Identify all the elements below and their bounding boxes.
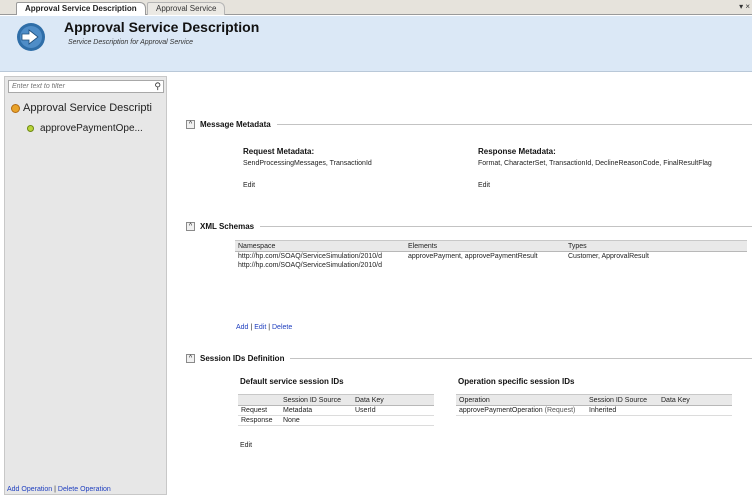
collapse-toggle-icon[interactable]: ^	[186, 221, 195, 231]
namespace-cell: http://hp.com/SOAQ/ServiceSimulation/201…	[238, 262, 382, 269]
page-title: Approval Service Description	[64, 19, 260, 35]
operation-cell: approvePaymentOperation (Request)	[456, 405, 586, 416]
editor-tab-bar: Approval Service Description Approval Se…	[0, 0, 752, 15]
add-operation-link[interactable]: Add Operation	[7, 486, 52, 493]
request-metadata-value: SendProcessingMessages, TransactionId	[243, 160, 372, 167]
page-subtitle: Service Description for Approval Service	[68, 39, 194, 46]
filter-box: ⚲	[8, 80, 164, 93]
table-row[interactable]: http://hp.com/SOAQ/ServiceSimulation/201…	[235, 261, 747, 270]
response-metadata-edit-link[interactable]: Edit	[478, 181, 490, 190]
column-header-elements[interactable]: Elements	[405, 240, 565, 252]
table-row[interactable]: approvePaymentOperation (Request) Inheri…	[456, 405, 732, 416]
elements-cell	[405, 261, 565, 270]
section-title: Session IDs Definition	[200, 353, 285, 363]
elements-cell: approvePayment, approvePaymentResult	[408, 253, 538, 260]
request-metadata-edit-link[interactable]: Edit	[243, 181, 255, 190]
delete-operation-link[interactable]: Delete Operation	[58, 486, 111, 493]
xml-schemas-table: Namespace Elements Types http://hp.com/S…	[235, 240, 747, 270]
response-metadata-label: Response Metadata:	[478, 147, 556, 156]
divider	[260, 226, 752, 227]
session-id-source-cell: Metadata	[280, 405, 352, 416]
session-ids-header: ^ Session IDs Definition	[186, 351, 752, 365]
data-key-cell: UserId	[352, 405, 434, 416]
message-type-cell: Request	[238, 405, 280, 416]
delete-schema-link[interactable]: Delete	[272, 324, 292, 331]
message-metadata-header: ^ Message Metadata	[186, 117, 752, 131]
column-header-blank	[238, 394, 280, 406]
table-row[interactable]: Request Metadata UserId	[238, 405, 434, 416]
xml-schemas-header: ^ XML Schemas	[186, 219, 752, 233]
service-gear-icon	[11, 103, 20, 113]
tab-list-menu-icon[interactable]: ▾ ×	[739, 2, 750, 11]
table-row[interactable]: Response None	[238, 415, 434, 426]
default-session-ids-label: Default service session IDs	[240, 377, 344, 386]
search-icon[interactable]: ⚲	[154, 81, 161, 92]
column-header-session-id-source[interactable]: Session ID Source	[586, 394, 658, 406]
default-session-ids-edit-link[interactable]: Edit	[240, 441, 252, 450]
section-title: Message Metadata	[200, 119, 271, 129]
collapse-toggle-icon[interactable]: ^	[186, 353, 195, 363]
separator: |	[268, 324, 271, 331]
types-cell: Customer, ApprovalResult	[568, 253, 649, 260]
session-id-source-cell: Inherited	[586, 405, 658, 416]
column-header-operation[interactable]: Operation	[456, 394, 586, 406]
default-session-ids-table: Session ID Source Data Key Request Metad…	[238, 394, 434, 426]
operation-session-ids-label: Operation specific session IDs	[458, 377, 575, 386]
tab-approval-service[interactable]: Approval Service	[147, 2, 226, 15]
operation-qualifier: (Request)	[544, 407, 576, 414]
divider	[276, 124, 752, 125]
message-type-cell: Response	[238, 415, 280, 426]
separator: |	[54, 486, 56, 493]
operation-actions: Add Operation | Delete Operation	[7, 486, 111, 493]
data-key-cell	[352, 415, 434, 426]
data-key-cell	[658, 405, 732, 416]
editor-header: Approval Service Description Service Des…	[0, 16, 752, 72]
column-header-namespace[interactable]: Namespace	[235, 240, 405, 252]
types-cell	[565, 261, 747, 270]
collapse-toggle-icon[interactable]: ^	[186, 119, 195, 129]
xml-schemas-actions: Add | Edit | Delete	[236, 323, 292, 332]
tree-item-service-description[interactable]: Approval Service Descripti	[11, 102, 168, 114]
operation-session-ids-table: Operation Session ID Source Data Key app…	[456, 394, 732, 416]
tree-item-label: approvePaymentOpe...	[40, 123, 143, 134]
service-logo-icon	[17, 23, 45, 51]
request-metadata-label: Request Metadata:	[243, 147, 315, 156]
add-schema-link[interactable]: Add	[236, 324, 248, 331]
column-header-data-key[interactable]: Data Key	[352, 394, 434, 406]
edit-schema-link[interactable]: Edit	[254, 324, 266, 331]
session-id-source-cell: None	[280, 415, 352, 426]
tree-item-label: Approval Service Descripti	[23, 102, 152, 114]
divider	[290, 358, 752, 359]
operations-tree-panel: ⚲ Approval Service Descripti approvePaym…	[4, 76, 167, 495]
filter-input[interactable]	[9, 81, 149, 92]
separator: |	[250, 324, 253, 331]
operation-dot-icon	[27, 125, 34, 132]
column-header-session-id-source[interactable]: Session ID Source	[280, 394, 352, 406]
column-header-types[interactable]: Types	[565, 240, 747, 252]
tree-item-operation[interactable]: approvePaymentOpe...	[27, 123, 143, 134]
column-header-data-key[interactable]: Data Key	[658, 394, 732, 406]
namespace-cell: http://hp.com/SOAQ/ServiceSimulation/201…	[238, 253, 382, 260]
response-metadata-value: Format, CharacterSet, TransactionId, Dec…	[478, 160, 712, 167]
tab-approval-service-description[interactable]: Approval Service Description	[16, 2, 146, 15]
section-title: XML Schemas	[200, 221, 255, 231]
table-row[interactable]: http://hp.com/SOAQ/ServiceSimulation/201…	[235, 252, 747, 262]
operation-name: approvePaymentOperation	[459, 407, 543, 414]
